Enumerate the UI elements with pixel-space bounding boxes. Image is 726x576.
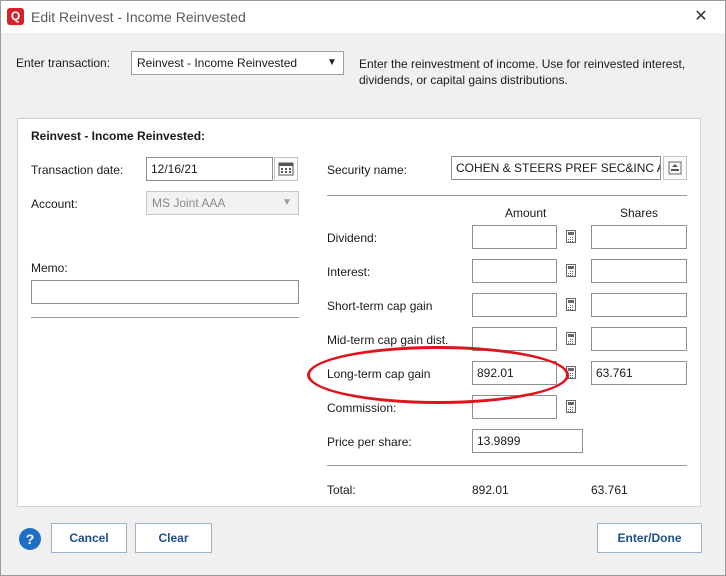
transaction-type-value: Reinvest - Income Reinvested [137,56,298,70]
left-divider [31,317,299,318]
security-list-button[interactable] [663,156,687,180]
right-divider-top [327,195,687,196]
window-title: Edit Reinvest - Income Reinvested [31,9,246,25]
right-divider-bottom [327,465,687,466]
clear-button[interactable]: Clear [135,523,212,553]
dividend-shares-input[interactable] [591,225,687,249]
cancel-button[interactable]: Cancel [51,523,127,553]
short-term-amount-input[interactable] [472,293,557,317]
short-term-cap-gain-label: Short-term cap gain [327,299,433,313]
memo-input[interactable] [31,280,299,304]
interest-amount-input[interactable] [472,259,557,283]
account-select[interactable]: MS Joint AAA ▼ [146,191,299,215]
calendar-button[interactable] [274,157,298,181]
calculator-icon[interactable] [559,293,583,317]
calendar-icon [278,162,294,176]
commission-label: Commission: [327,401,397,415]
dialog-window: Q Edit Reinvest - Income Reinvested ✕ En… [0,0,726,576]
section-title: Reinvest - Income Reinvested: [31,129,206,143]
enter-done-button[interactable]: Enter/Done [597,523,702,553]
title-bar: Q Edit Reinvest - Income Reinvested ✕ [1,1,725,33]
close-icon[interactable]: ✕ [691,7,711,27]
long-term-shares-input[interactable]: 63.761 [591,361,687,385]
total-label: Total: [327,483,356,497]
chevron-down-icon[interactable]: ▼ [321,52,343,74]
mid-term-shares-input[interactable] [591,327,687,351]
price-per-share-input[interactable]: 13.9899 [472,429,583,453]
list-icon [668,161,682,175]
calculator-icon[interactable] [559,395,583,419]
dividend-amount-input[interactable] [472,225,557,249]
quicken-logo-icon: Q [7,8,24,25]
mid-term-cap-gain-label: Mid-term cap gain dist. [327,333,449,347]
amount-column-header: Amount [505,206,547,220]
help-icon[interactable]: ? [19,528,41,550]
security-name-input[interactable]: COHEN & STEERS PREF SEC&INC A [451,156,661,180]
chevron-down-icon[interactable]: ▼ [276,192,298,214]
calculator-icon[interactable] [559,327,583,351]
transaction-date-label: Transaction date: [31,163,124,177]
security-name-label: Security name: [327,163,408,177]
interest-label: Interest: [327,265,371,279]
short-term-shares-input[interactable] [591,293,687,317]
calculator-icon[interactable] [559,225,583,249]
transaction-type-select[interactable]: Reinvest - Income Reinvested ▼ [131,51,344,75]
total-shares-value: 63.761 [591,483,628,497]
calculator-icon[interactable] [559,259,583,283]
form-panel: Reinvest - Income Reinvested: Transactio… [17,118,701,507]
shares-column-header: Shares [620,206,659,220]
price-per-share-label: Price per share: [327,435,412,449]
total-amount-value: 892.01 [472,483,509,497]
dividend-label: Dividend: [327,231,378,245]
memo-label: Memo: [31,261,68,275]
transaction-date-input[interactable]: 12/16/21 [146,157,273,181]
transaction-description: Enter the reinvestment of income. Use fo… [359,57,686,87]
account-value: MS Joint AAA [152,196,226,210]
highlight-annotation [307,346,569,404]
account-label: Account: [31,197,78,211]
enter-transaction-label: Enter transaction: [16,56,111,70]
interest-shares-input[interactable] [591,259,687,283]
